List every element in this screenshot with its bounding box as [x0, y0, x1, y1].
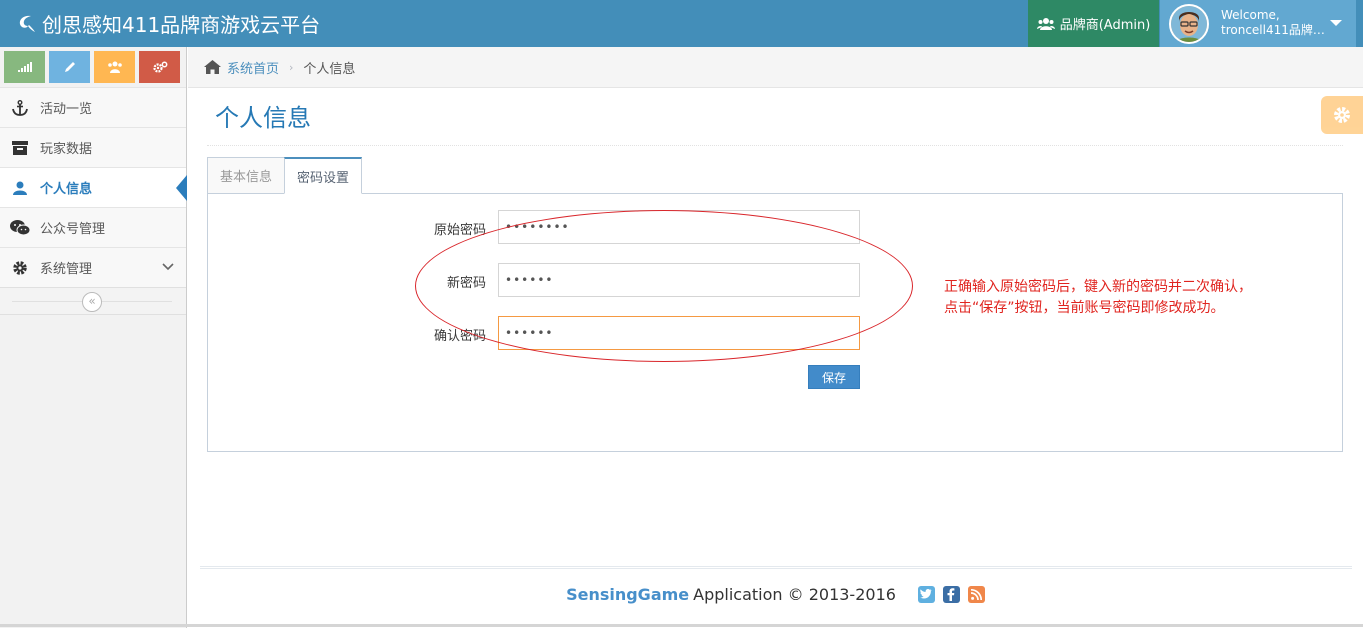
confirm-password-value: •••••• [505, 326, 554, 340]
gear-icon [10, 260, 30, 276]
avatar [1169, 4, 1209, 44]
active-indicator [176, 175, 187, 201]
wechat-icon [10, 219, 30, 236]
footer-text: Application © 2013-2016 [693, 584, 896, 604]
facebook-icon[interactable] [942, 585, 960, 603]
old-password-field[interactable]: •••••••• [498, 210, 860, 244]
sidebar-item-system[interactable]: 系统管理 [0, 247, 186, 287]
tab-basic-info[interactable]: 基本信息 [207, 157, 286, 194]
user-icon [10, 180, 30, 196]
sidebar-item-wechat[interactable]: 公众号管理 [0, 207, 186, 247]
footer-divider [200, 566, 1352, 569]
footer-brand: SensingGame [566, 584, 690, 604]
welcome-text: Welcome, [1221, 8, 1280, 22]
new-password-value: •••••• [505, 273, 554, 287]
logo-icon [19, 15, 35, 32]
shortcuts [0, 47, 186, 87]
footer: SensingGame Application © 2013-2016 [188, 582, 1363, 606]
sidebar-item-label: 系统管理 [40, 262, 93, 277]
navbar: 创思感知411品牌商游戏云平台 品牌商(Admin) Welcome, tron… [0, 0, 1363, 47]
username: troncell411品牌… [1221, 23, 1325, 37]
sidebar-item-player-data[interactable]: 玩家数据 [0, 127, 186, 167]
annotation-line-1: 正确输入原始密码后，键入新的密码并二次确认， [944, 279, 1252, 295]
shortcut-edit-button[interactable] [49, 51, 90, 83]
brand[interactable]: 创思感知411品牌商游戏云平台 [16, 0, 320, 47]
caret-down-icon [1330, 20, 1342, 26]
sidebar-item-activities[interactable]: 活动一览 [0, 87, 186, 127]
collapse-sidebar-button[interactable]: « [82, 292, 102, 312]
sidebar-item-label: 个人信息 [40, 182, 93, 197]
chevron-down-icon [162, 260, 174, 275]
sidebar-item-profile[interactable]: 个人信息 [0, 167, 187, 207]
sidebar-item-label: 玩家数据 [40, 142, 93, 157]
breadcrumb-separator-icon: › [289, 60, 294, 74]
bottom-border [0, 624, 1363, 627]
user-menu[interactable]: Welcome, troncell411品牌… [1160, 0, 1356, 47]
annotation-text: 正确输入原始密码后，键入新的密码并二次确认， 点击“保存”按钮，当前账号密码即修… [944, 277, 1304, 319]
old-password-value: •••••••• [505, 220, 570, 234]
settings-gear-icon [1334, 107, 1350, 123]
breadcrumb-home-link[interactable]: 系统首页 [227, 58, 279, 77]
anchor-icon [10, 99, 30, 116]
breadcrumb: 系统首页 › 个人信息 [188, 47, 1363, 88]
ace-settings-button[interactable] [1321, 96, 1363, 134]
tab-password-settings[interactable]: 密码设置 [284, 157, 363, 194]
home-icon [204, 60, 221, 74]
app-title: 创思感知411品牌商游戏云平台 [42, 13, 321, 37]
confirm-password-label: 确认密码 [433, 329, 486, 344]
profile-tabs: 基本信息 密码设置 [207, 157, 363, 194]
social-links [917, 585, 985, 603]
signal-icon [17, 62, 32, 72]
nav-list: 活动一览 玩家数据 个人信息 公众号管理 系统管理 [0, 87, 187, 287]
page-title: 个人信息 [215, 104, 311, 132]
title-divider [207, 145, 1343, 146]
rss-icon[interactable] [967, 585, 985, 603]
role-label: 品牌商(Admin) [1059, 18, 1151, 33]
group-icon [107, 61, 122, 73]
annotation-line-2: 点击“保存”按钮，当前账号密码即修改成功。 [944, 300, 1225, 316]
sidebar-collapse-bar: « [0, 287, 186, 315]
archive-icon [10, 140, 30, 156]
users-icon [1036, 17, 1055, 30]
new-password-field[interactable]: •••••• [498, 263, 860, 297]
sidebar-item-label: 公众号管理 [40, 222, 106, 237]
pencil-icon [64, 62, 75, 72]
save-button[interactable]: 保存 [808, 365, 860, 389]
sidebar: 活动一览 玩家数据 个人信息 公众号管理 系统管理 « [0, 47, 187, 628]
confirm-password-field[interactable]: •••••• [498, 316, 860, 350]
shortcut-users-button[interactable] [94, 51, 135, 83]
old-password-label: 原始密码 [433, 223, 486, 238]
cogs-icon [152, 61, 167, 73]
new-password-label: 新密码 [446, 276, 486, 291]
shortcut-stats-button[interactable] [4, 51, 45, 83]
shortcut-settings-button[interactable] [139, 51, 180, 83]
sidebar-item-label: 活动一览 [40, 102, 93, 117]
role-menu[interactable]: 品牌商(Admin) [1028, 0, 1159, 47]
breadcrumb-current: 个人信息 [303, 61, 356, 77]
twitter-icon[interactable] [917, 585, 935, 603]
